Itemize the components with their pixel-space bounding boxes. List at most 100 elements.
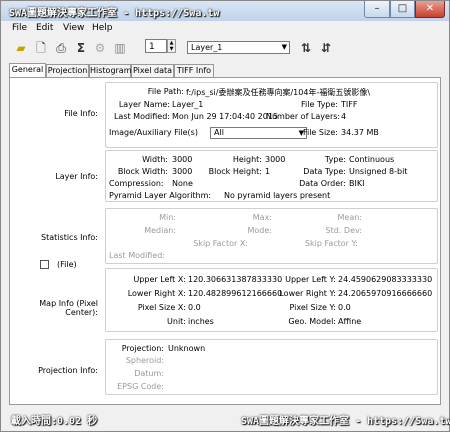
data-order-value: BIKI [349, 179, 365, 188]
minimize-button[interactable]: – [364, 1, 390, 18]
last-modified-label: Last Modified: [113, 112, 170, 121]
tab-tiff-info[interactable]: TIFF Info [174, 64, 214, 77]
stats-last-modified-label: Last Modified: [109, 251, 166, 260]
maximize-button[interactable]: □ [390, 1, 415, 18]
number-of-layers-label: Number of Layers: [266, 112, 341, 121]
height-label: Height: [232, 155, 262, 164]
pixel-size-y-label: Pixel Size Y: [289, 303, 336, 312]
projection-label: Projection: [121, 344, 164, 353]
width-label: Width: [142, 155, 168, 164]
pyramid-algorithm-label: Pyramid Layer Algorithm: [109, 191, 212, 200]
compression-label: Compression: [109, 179, 164, 188]
file-info-group: File Path: f:/ips_si/委辦案及任務專向案/104年-福衛五號… [105, 82, 438, 148]
compression-value: None [172, 179, 193, 188]
menu-help[interactable]: Help [92, 23, 113, 33]
layer-number-input[interactable]: 1 [145, 39, 167, 53]
data-type-value: Unsigned 8-bit [349, 167, 408, 176]
layer-name-label: Layer Name: [118, 100, 170, 109]
file-type-value: TIFF [341, 100, 358, 109]
tab-pixel-data[interactable]: Pixel data [131, 64, 174, 77]
unit-value: inches [188, 317, 214, 326]
std-dev-label: Std. Dev: [325, 226, 362, 235]
status-bar: 載入時間:0.02 秒 SWA圖題解決專家工作室 - https://Swa.t… [1, 409, 450, 431]
image-info-window: SWA圖題解決專家工作室 - https://Swa.tw – □ ✕ File… [0, 0, 450, 432]
layer-select-value: Layer_1 [191, 43, 223, 52]
tab-general[interactable]: General [9, 63, 46, 77]
file-path-value: f:/ips_si/委辦案及任務專向案/104年-福衛五號影像\ [186, 88, 371, 97]
lower-right-x-label: Lower Right X: [127, 289, 186, 298]
epsg-code-label: EPSG Code: [117, 382, 164, 391]
file-checkbox[interactable] [40, 260, 49, 269]
skip-factor-y-label: Skip Factor Y: [304, 239, 358, 248]
spheroid-label: Spheroid: [125, 356, 164, 365]
min-label: Min: [159, 213, 176, 222]
datum-label: Datum: [134, 369, 164, 378]
open-folder-icon[interactable]: ▰ [14, 41, 28, 55]
file-size-label: File Size: [302, 128, 338, 137]
menu-file[interactable]: File [12, 23, 27, 33]
data-type-label: Data Type: [303, 167, 346, 176]
general-panel: File Info: File Path: f:/ips_si/委辦案及任務專向… [9, 77, 441, 405]
type-value: Continuous [349, 155, 395, 164]
menu-edit[interactable]: Edit [36, 23, 53, 33]
layer-select[interactable]: Layer_1 ▼ [187, 41, 290, 54]
menu-bar: File Edit View Help [1, 22, 449, 36]
file-type-label: File Type: [301, 100, 338, 109]
close-button[interactable]: ✕ [415, 1, 445, 18]
number-of-layers-value: 4 [341, 112, 347, 121]
pixel-size-x-label: Pixel Size X: [137, 303, 186, 312]
tab-histogram[interactable]: Histogram [89, 64, 132, 77]
block-height-value: 1 [265, 167, 271, 176]
print-icon[interactable]: ⎙ [54, 41, 68, 55]
file-size-value: 34.37 MB [341, 128, 379, 137]
skip-factor-x-label: Skip Factor X: [193, 239, 248, 248]
mode-label: Mode: [247, 226, 273, 235]
file-info-heading: File Info: [64, 109, 98, 118]
height-value: 3000 [265, 155, 286, 164]
upper-left-y-value: 24.4590629083333330 [338, 275, 433, 284]
statistics-sigma-icon[interactable]: Σ [74, 41, 88, 55]
layer-info-heading: Layer Info: [55, 172, 98, 181]
tab-projection[interactable]: Projection [46, 64, 89, 77]
block-width-value: 3000 [172, 167, 193, 176]
layer-name-value: Layer_1 [172, 100, 204, 109]
map-info-heading: Map Info (Pixel Center): [39, 299, 98, 317]
layer-number-stepper[interactable]: ▲ ▼ [167, 39, 176, 53]
lower-right-y-label: Lower Right Y: [279, 289, 336, 298]
max-label: Max: [252, 213, 272, 222]
pyramid-algorithm-value: No pyramid layers present [224, 191, 331, 200]
geo-model-value: Affine [338, 317, 362, 326]
median-label: Median: [144, 226, 176, 235]
title-bar[interactable]: SWA圖題解決專家工作室 - https://Swa.tw – □ ✕ [1, 1, 449, 21]
pixel-size-y-value: 0.0 [338, 303, 351, 312]
projection-info-heading: Projection Info: [38, 366, 98, 375]
pixel-size-x-value: 0.0 [188, 303, 201, 312]
upper-left-y-label: Upper Left Y: [285, 275, 336, 284]
window-title: SWA圖題解決專家工作室 - https://Swa.tw [9, 8, 220, 19]
sort-descending-icon[interactable]: ⇵ [319, 41, 333, 55]
lower-right-y-value: 24.2065970916666660 [338, 289, 433, 298]
statistics-info-group: Min: Max: Mean: Median: Mode: Std. Dev: … [105, 208, 438, 264]
image-files-label: Image/Auxiliary File(s) [109, 128, 198, 137]
geo-model-label: Geo. Model: [288, 317, 336, 326]
histogram-icon[interactable]: ▥ [113, 41, 127, 55]
watermark-text: SWA圖題解決專家工作室 - https://Swa.tw [241, 416, 450, 427]
unit-label: Unit: [167, 317, 186, 326]
sort-ascending-icon[interactable]: ⇅ [299, 41, 313, 55]
projection-value: Unknown [168, 344, 206, 353]
layer-info-group: Width: 3000 Height: 3000 Type: Continuou… [105, 150, 438, 202]
upper-left-x-label: Upper Left X: [133, 275, 186, 284]
mean-label: Mean: [337, 213, 363, 222]
type-label: Type: [324, 155, 346, 164]
map-info-group: Upper Left X: 120.306631387833330 Upper … [105, 268, 438, 332]
file-checkbox-label: (File) [57, 260, 77, 269]
width-value: 3000 [172, 155, 193, 164]
image-files-select-value: All [214, 128, 224, 137]
load-time-status: 載入時間:0.02 秒 [11, 416, 98, 427]
file-path-label: File Path: [147, 87, 184, 96]
new-file-icon[interactable]: 🗋 [34, 41, 48, 55]
last-modified-value: Mon Jun 29 17:04:40 2015 [172, 112, 279, 121]
gear-icon[interactable]: ⚙ [93, 41, 107, 55]
block-height-label: Block Height: [208, 167, 262, 176]
menu-view[interactable]: View [63, 23, 84, 33]
